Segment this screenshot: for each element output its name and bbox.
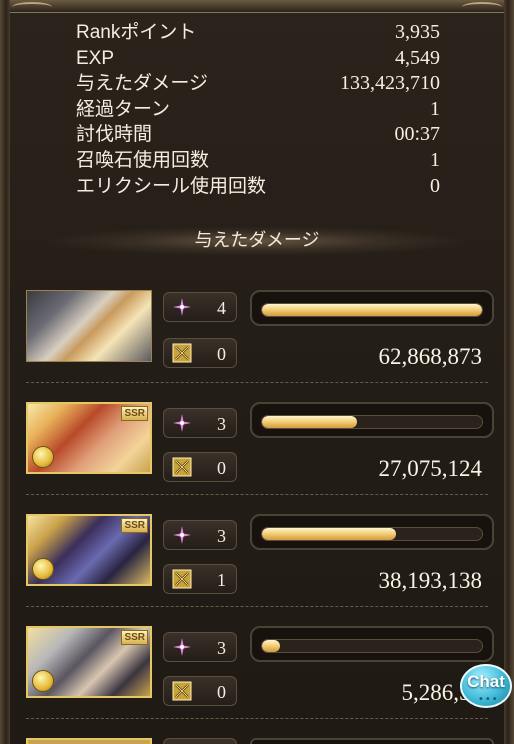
- panel-left-border: [0, 0, 10, 744]
- stat-elixir-uses: エリクシール使用回数 0: [76, 174, 440, 200]
- character-row: 4 0 62,868,873: [26, 290, 496, 380]
- sparkle-icon: [173, 414, 191, 432]
- element-coin-icon: [32, 446, 54, 468]
- crossed-swords-icon: [172, 457, 192, 477]
- ougi-count: 3: [217, 638, 226, 658]
- damage-bar: [250, 514, 494, 550]
- damage-bar: [250, 626, 494, 662]
- skill-count: 0: [217, 682, 226, 702]
- character-portrait-main[interactable]: [26, 290, 152, 362]
- battle-stats: Rankポイント 3,935 EXP 4,549 与えたダメージ 133,423…: [76, 20, 440, 199]
- skill-count-box: 1: [163, 564, 237, 594]
- stat-rank-points: Rankポイント 3,935: [76, 20, 440, 46]
- stat-label: Rankポイント: [76, 22, 197, 43]
- character-portrait[interactable]: SSR: [26, 514, 152, 586]
- damage-bar: [250, 402, 494, 438]
- ougi-count-box-partial: [163, 738, 237, 744]
- ougi-count: 3: [217, 526, 226, 546]
- skill-count: 0: [217, 344, 226, 364]
- sparkle-icon: [173, 526, 191, 544]
- sparkle-icon: [173, 298, 191, 316]
- stat-value: 1: [430, 97, 440, 120]
- ougi-count: 3: [217, 414, 226, 434]
- element-coin-icon: [32, 670, 54, 692]
- rarity-badge: SSR: [121, 630, 148, 645]
- skill-count: 1: [217, 570, 226, 590]
- damage-bar-track: [261, 415, 483, 429]
- damage-bar-fill: [262, 528, 397, 540]
- damage-bar: [250, 290, 494, 326]
- ougi-count-box: 3: [163, 632, 237, 662]
- stat-label: エリクシール使用回数: [76, 175, 267, 197]
- stat-summon-uses: 召喚石使用回数 1: [76, 148, 440, 174]
- results-panel: Rankポイント 3,935 EXP 4,549 与えたダメージ 133,423…: [0, 0, 514, 744]
- rarity-badge: SSR: [121, 406, 148, 421]
- damage-bar-fill: [262, 640, 280, 652]
- stat-value: 4,549: [395, 46, 440, 69]
- character-portrait[interactable]: SSR: [26, 402, 152, 474]
- top-ornament-left: [12, 2, 52, 12]
- stat-clear-time: 討伐時間 00:37: [76, 122, 440, 148]
- stat-value: 133,423,710: [340, 72, 440, 95]
- skill-count: 0: [217, 458, 226, 478]
- panel-top-border: [0, 0, 514, 13]
- crossed-swords-icon: [172, 681, 192, 701]
- portrait-art: [27, 291, 151, 361]
- stat-value: 00:37: [394, 123, 440, 146]
- damage-bar-fill: [262, 416, 357, 428]
- skill-count-box: 0: [163, 452, 237, 482]
- damage-value: 62,868,873: [378, 344, 483, 369]
- skill-count-box: 0: [163, 676, 237, 706]
- stat-turns: 経過ターン 1: [76, 97, 440, 123]
- ougi-count: 4: [217, 298, 226, 318]
- sparkle-icon: [173, 638, 191, 656]
- character-portrait-partial[interactable]: [26, 738, 152, 744]
- stat-label: EXP: [76, 47, 115, 69]
- chat-dots: •••: [478, 694, 499, 705]
- element-coin-icon: [32, 558, 54, 580]
- chat-button[interactable]: Chat •••: [460, 664, 514, 714]
- character-row: SSR 3 0 27,075,124: [26, 402, 496, 492]
- row-divider: [26, 718, 488, 719]
- damage-bar-track: [261, 527, 483, 541]
- skill-count-box: 0: [163, 338, 237, 368]
- crossed-swords-icon: [172, 343, 192, 363]
- damage-value: 27,075,124: [378, 456, 483, 481]
- row-divider: [26, 494, 488, 495]
- stat-label: 与えたダメージ: [76, 73, 209, 95]
- stat-value: 0: [430, 174, 440, 197]
- damage-bar-track: [261, 639, 483, 653]
- damage-value: 38,193,138: [378, 568, 483, 593]
- ougi-count-box: 4: [163, 292, 237, 322]
- ougi-count-box: 3: [163, 408, 237, 438]
- character-portrait[interactable]: SSR: [26, 626, 152, 698]
- damage-section-title: 与えたダメージ: [40, 226, 474, 256]
- top-ornament-right: [462, 2, 502, 12]
- stat-value: 3,935: [395, 21, 440, 43]
- damage-bar-track: [261, 303, 483, 317]
- row-divider: [26, 606, 488, 607]
- stat-exp: EXP 4,549: [76, 46, 440, 72]
- panel-right-border: [504, 0, 514, 744]
- character-row: SSR 3 1 38,193,138: [26, 514, 496, 604]
- rarity-badge: SSR: [121, 518, 148, 533]
- character-row: SSR 3 0 5,286,57: [26, 626, 496, 716]
- crossed-swords-icon: [172, 569, 192, 589]
- ougi-count-box: 3: [163, 520, 237, 550]
- stat-label: 討伐時間: [76, 124, 153, 146]
- chat-label: Chat: [467, 672, 505, 691]
- row-divider: [26, 382, 488, 383]
- stat-total-damage: 与えたダメージ 133,423,710: [76, 71, 440, 97]
- stat-label: 召喚石使用回数: [76, 149, 210, 171]
- stat-label: 経過ターン: [76, 98, 171, 120]
- damage-bar-fill: [262, 304, 482, 316]
- damage-bar-partial: [250, 738, 494, 744]
- stat-value: 1: [430, 148, 440, 171]
